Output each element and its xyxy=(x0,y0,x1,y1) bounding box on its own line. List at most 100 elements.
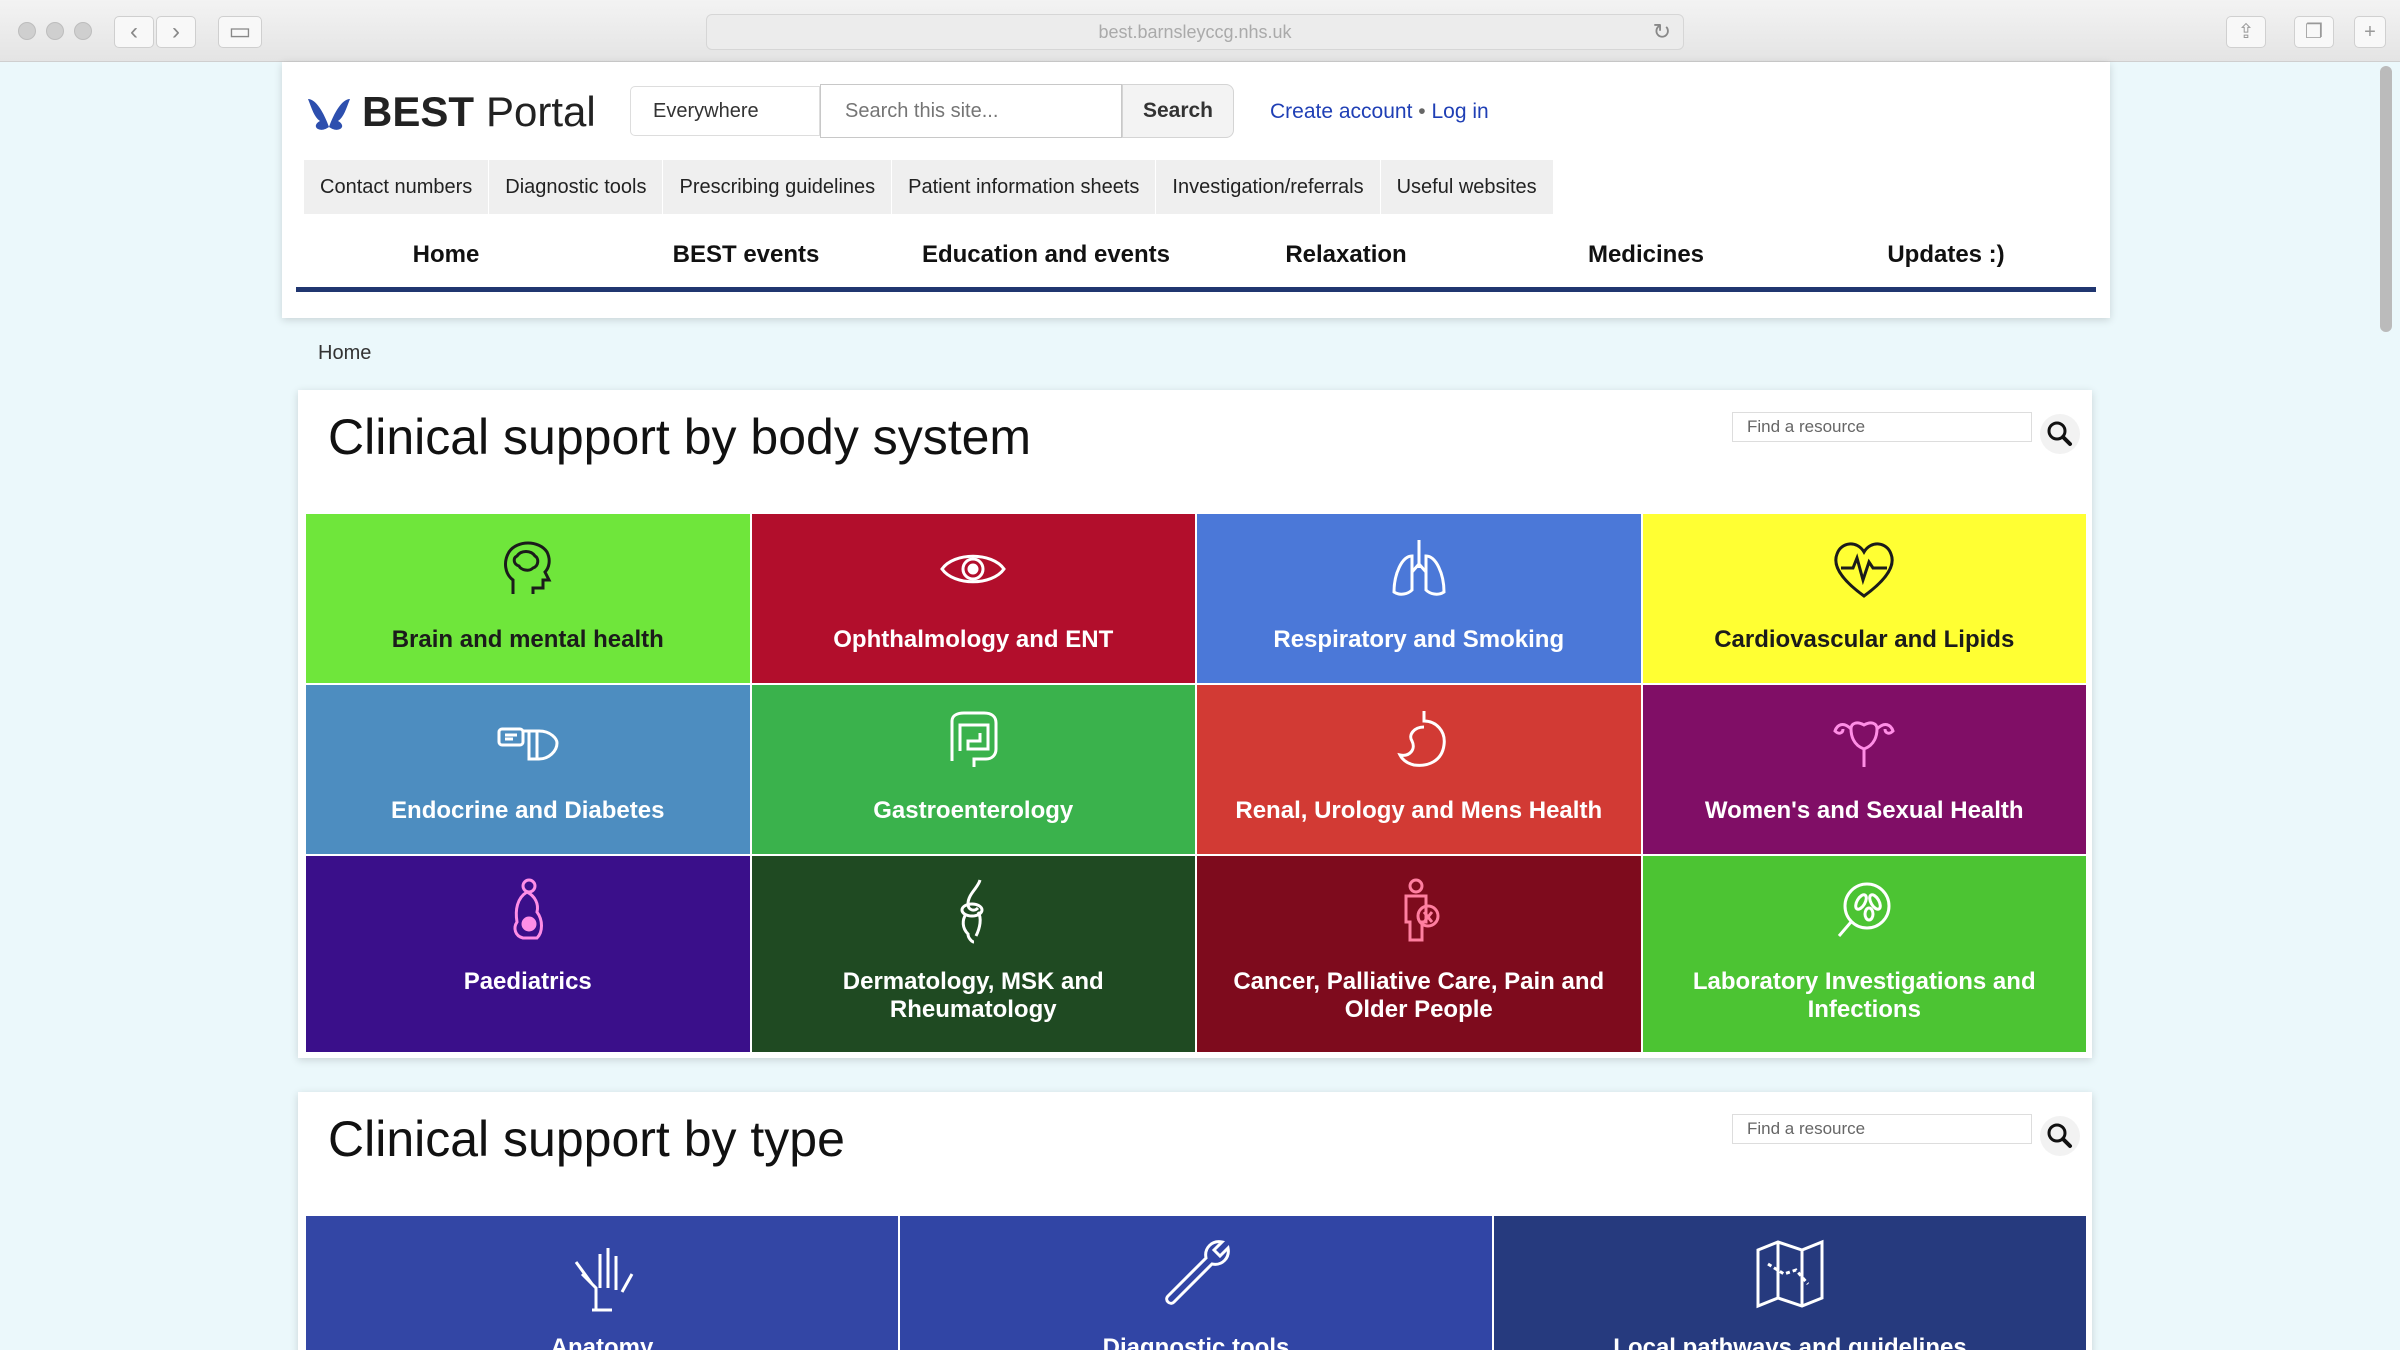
tile-label: Dermatology, MSK and Rheumatology xyxy=(842,968,1104,1023)
butterfly-icon xyxy=(308,99,350,130)
forward-button[interactable]: › xyxy=(156,16,196,48)
address-bar[interactable]: best.barnsleyccg.nhs.uk ↻ xyxy=(706,14,1684,50)
zoom-window-button[interactable] xyxy=(74,22,92,40)
lungs-icon xyxy=(1392,540,1446,596)
back-button[interactable]: ‹ xyxy=(114,16,154,48)
nav-relaxation[interactable]: Relaxation xyxy=(1196,230,1496,287)
tile-label: Renal, Urology and Mens Health xyxy=(1235,797,1603,824)
page-scrollbar[interactable] xyxy=(2380,66,2392,332)
tile-respiratory-smoking[interactable]: Respiratory and Smoking xyxy=(1197,514,1641,683)
tile-diagnostic-tools[interactable]: Diagnostic tools xyxy=(900,1216,1492,1350)
quick-link-useful-websites[interactable]: Useful websites xyxy=(1380,160,1554,214)
site-search-input[interactable] xyxy=(820,84,1122,138)
find-resource-input[interactable]: Find a resource xyxy=(1732,1114,2032,1144)
site-header: BEST Portal Everywhere Search Create acc… xyxy=(282,62,2110,318)
chevron-left-icon: ‹ xyxy=(130,18,138,45)
browser-toolbar: ‹ › ▭ best.barnsleyccg.nhs.uk ↻ ⇪ ❐ + xyxy=(0,0,2400,62)
tile-label: Respiratory and Smoking xyxy=(1273,626,1565,653)
nav-updates[interactable]: Updates :) xyxy=(1796,230,2096,287)
tile-label: Gastroenterology xyxy=(873,797,1074,824)
tile-cardiovascular-lipids[interactable]: Cardiovascular and Lipids xyxy=(1642,514,2086,683)
eye-icon xyxy=(940,554,1007,584)
pregnancy-icon xyxy=(513,878,543,940)
tile-label: Diagnostic tools xyxy=(1102,1334,1290,1350)
plus-icon: + xyxy=(2364,21,2376,43)
brain-head-icon xyxy=(503,541,552,594)
kidney-icon xyxy=(1397,711,1446,767)
tile-paediatrics[interactable]: Paediatrics xyxy=(306,856,750,1052)
tile-endocrine-diabetes[interactable]: Endocrine and Diabetes xyxy=(306,685,750,854)
body-system-grid: Brain and mental health Ophthalmology an… xyxy=(306,514,2086,1052)
tile-ophthalmology-ent[interactable]: Ophthalmology and ENT xyxy=(751,514,1195,683)
create-account-link[interactable]: Create account xyxy=(1270,100,1412,123)
minimize-window-button[interactable] xyxy=(46,22,64,40)
search-scope-select[interactable]: Everywhere xyxy=(630,86,820,136)
new-tab-button[interactable]: + xyxy=(2354,16,2386,48)
log-in-link[interactable]: Log in xyxy=(1431,100,1488,123)
nav-education-and-events[interactable]: Education and events xyxy=(896,230,1196,287)
tabs-button[interactable]: ❐ xyxy=(2294,16,2334,48)
uterus-icon xyxy=(1833,721,1895,767)
knee-joint-icon xyxy=(960,879,984,944)
by-type-panel: Clinical support by type Find a resource… xyxy=(298,1092,2092,1350)
sidebar-toggle-button[interactable]: ▭ xyxy=(218,16,262,48)
tile-label: Laboratory Investigations and Infections xyxy=(1692,968,2036,1023)
share-button[interactable]: ⇪ xyxy=(2226,16,2266,48)
nav-medicines[interactable]: Medicines xyxy=(1496,230,1796,287)
quick-link-patient-information-sheets[interactable]: Patient information sheets xyxy=(892,160,1157,214)
quick-links-bar: Contact numbers Diagnostic tools Prescri… xyxy=(304,160,1554,214)
search-icon[interactable] xyxy=(2038,412,2082,456)
breadcrumb[interactable]: Home xyxy=(318,342,371,365)
tile-label: Anatomy xyxy=(550,1334,654,1350)
share-icon: ⇪ xyxy=(2237,21,2255,43)
wrench-icon xyxy=(1165,1240,1230,1305)
glucose-meter-icon xyxy=(497,727,559,761)
tile-cancer-palliative-pain-older[interactable]: Cancer, Palliative Care, Pain and Older … xyxy=(1197,856,1641,1052)
tile-label: Brain and mental health xyxy=(391,626,664,653)
quick-link-diagnostic-tools[interactable]: Diagnostic tools xyxy=(489,160,664,214)
tile-anatomy[interactable]: Anatomy xyxy=(306,1216,898,1350)
reload-icon[interactable]: ↻ xyxy=(1653,15,1671,49)
nav-home[interactable]: Home xyxy=(296,230,596,287)
nav-best-events[interactable]: BEST events xyxy=(596,230,896,287)
tile-local-pathways-guidelines[interactable]: Local pathways and guidelines xyxy=(1494,1216,2086,1350)
tabs-icon: ❐ xyxy=(2305,21,2323,43)
search-button[interactable]: Search xyxy=(1122,84,1234,138)
map-icon xyxy=(1756,1239,1824,1309)
tile-label: Women's and Sexual Health xyxy=(1704,797,2024,824)
tile-label: Ophthalmology and ENT xyxy=(833,626,1114,653)
logo-light-text: Portal xyxy=(486,88,596,135)
tile-label: Cancer, Palliative Care, Pain and Older … xyxy=(1233,968,1605,1023)
by-type-title: Clinical support by type xyxy=(328,1111,845,1167)
account-separator: • xyxy=(1418,100,1426,123)
sidebar-icon: ▭ xyxy=(228,18,252,45)
account-links: Create account • Log in xyxy=(1270,100,1489,124)
tile-dermatology-msk-rheumatology[interactable]: Dermatology, MSK and Rheumatology xyxy=(751,856,1195,1052)
body-system-panel: Clinical support by body system Find a r… xyxy=(298,390,2092,1058)
hand-bones-icon xyxy=(574,1248,634,1312)
url-text: best.barnsleyccg.nhs.uk xyxy=(1098,22,1292,42)
person-ribbon-icon xyxy=(1404,878,1440,942)
find-resource-input[interactable]: Find a resource xyxy=(1732,412,2032,442)
tile-label: Local pathways and guidelines xyxy=(1613,1334,1967,1350)
quick-link-investigation-referrals[interactable]: Investigation/referrals xyxy=(1156,160,1381,214)
main-navigation: Home BEST events Education and events Re… xyxy=(296,230,2096,292)
site-logo[interactable]: BEST Portal xyxy=(306,88,596,136)
body-system-title: Clinical support by body system xyxy=(328,409,1032,465)
chevron-right-icon: › xyxy=(172,18,180,45)
tile-womens-sexual-health[interactable]: Women's and Sexual Health xyxy=(1642,685,2086,854)
quick-link-contact-numbers[interactable]: Contact numbers xyxy=(304,160,490,214)
quick-link-prescribing-guidelines[interactable]: Prescribing guidelines xyxy=(663,160,893,214)
tile-brain-mental-health[interactable]: Brain and mental health xyxy=(306,514,750,683)
tile-renal-urology-mens-health[interactable]: Renal, Urology and Mens Health xyxy=(1197,685,1641,854)
heart-pulse-icon xyxy=(1834,542,1894,598)
tile-laboratory-investigations-infections[interactable]: Laboratory Investigations and Infections xyxy=(1642,856,2086,1052)
search-icon[interactable] xyxy=(2038,1114,2082,1158)
bacteria-magnifier-icon xyxy=(1838,882,1891,937)
logo-bold-text: BEST xyxy=(362,88,475,135)
close-window-button[interactable] xyxy=(18,22,36,40)
tile-gastroenterology[interactable]: Gastroenterology xyxy=(751,685,1195,854)
tile-label: Cardiovascular and Lipids xyxy=(1714,626,2015,653)
intestine-icon xyxy=(950,711,998,767)
tile-label: Endocrine and Diabetes xyxy=(391,797,665,824)
